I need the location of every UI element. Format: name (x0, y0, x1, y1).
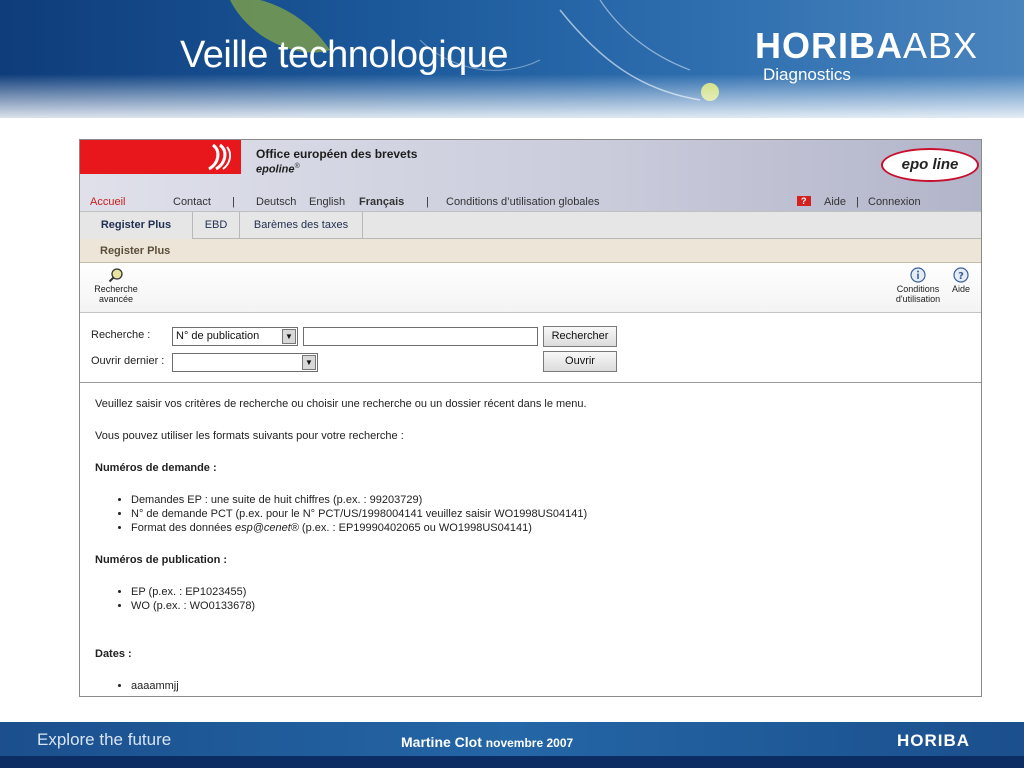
login-link[interactable]: Connexion (868, 196, 921, 208)
lang-en-link[interactable]: English (309, 196, 345, 208)
slide-title: Veille technologique (180, 34, 509, 76)
nav-home-link[interactable]: Accueil (90, 196, 125, 208)
format-suffix: (p.ex. : EP19990402065 ou WO1998US04141) (298, 522, 532, 534)
formats-intro: Vous pouvez utiliser les formats suivant… (95, 430, 404, 442)
product-mark: ® (294, 163, 300, 170)
conditions-label-2: d'utilisation (895, 294, 941, 304)
brand-main: HORIBA (755, 25, 903, 66)
section-title: Register Plus (80, 239, 981, 263)
product-name-text: epoline (256, 163, 295, 176)
intro-text: Veuillez saisir vos critères de recherch… (95, 398, 587, 410)
terms-link[interactable]: Conditions d’utilisation globales (446, 196, 599, 208)
slide-header: Veille technologique HORIBAABX Diagnosti… (0, 0, 1024, 118)
list-item: Format des données esp@cenet® (p.ex. : E… (131, 521, 966, 535)
open-button[interactable]: Ouvrir (543, 351, 617, 372)
search-label: Recherche : (91, 329, 151, 341)
search-button[interactable]: Rechercher (543, 326, 617, 347)
tab-register-plus[interactable]: Register Plus (80, 212, 193, 239)
tab-fee-scales[interactable]: Barèmes des taxes (240, 212, 363, 239)
help-link[interactable]: Aide (824, 196, 846, 208)
help-tool[interactable]: ? Aide (949, 267, 973, 294)
office-name: Office européen des brevets (256, 147, 418, 161)
info-icon (910, 267, 926, 283)
footer-tagline: Explore the future (37, 730, 172, 749)
search-panel: Recherche : N° de publication ▼ Recherch… (80, 313, 981, 383)
help-content: Veuillez saisir vos critères de recherch… (80, 383, 981, 693)
publication-heading: Numéros de publication : (95, 554, 228, 566)
chevron-down-icon[interactable]: ▼ (282, 329, 296, 344)
toolbar: Recherche avancée Conditions d'utilisati… (80, 263, 981, 313)
help-label: Aide (951, 284, 970, 294)
search-type-value: N° de publication (176, 330, 260, 342)
nav-separator: | (232, 196, 235, 208)
epo-wave-icon (205, 143, 232, 171)
footer-date: novembre 2007 (485, 736, 574, 750)
lang-fr-link[interactable]: Français (359, 196, 404, 208)
list-item: N° de demande PCT (p.ex. pour le N° PCT/… (131, 507, 966, 521)
epoline-screenshot: Office européen des brevets epoline® epo… (79, 139, 982, 697)
conditions-label-1: Conditions (896, 284, 940, 294)
advanced-search-label-2: avancée (98, 294, 134, 304)
tab-bar: Register Plus EBD Barèmes des taxes (80, 211, 981, 239)
format-prefix: Format des données (131, 522, 235, 534)
application-heading: Numéros de demande : (95, 462, 217, 474)
list-item: EP (p.ex. : EP1023455) (131, 585, 966, 599)
dates-heading: Dates : (95, 648, 132, 660)
author-name: Martine Clot (401, 734, 482, 750)
slide-footer: Explore the future Martine Clot novembre… (0, 722, 1024, 768)
brand-suffix: ABX (903, 25, 979, 66)
nav-separator: | (426, 196, 429, 208)
horiba-abx-logo: HORIBAABX Diagnostics (755, 28, 978, 85)
product-name: epoline® (256, 163, 300, 176)
dates-list: aaaammjj (131, 679, 966, 693)
open-recent-select[interactable]: ▼ (172, 353, 318, 372)
lang-de-link[interactable]: Deutsch (256, 196, 296, 208)
chevron-down-icon[interactable]: ▼ (302, 355, 316, 370)
open-recent-label: Ouvrir dernier : (91, 355, 165, 367)
advanced-search-label-1: Recherche (94, 284, 138, 294)
site-banner: Office européen des brevets epoline® epo… (80, 140, 981, 195)
search-input[interactable] (303, 327, 538, 346)
question-icon: ? (953, 267, 969, 283)
list-item: aaaammjj (131, 679, 966, 693)
list-item: Demandes EP : une suite de huit chiffres… (131, 493, 966, 507)
footer-author: Martine Clot novembre 2007 (401, 734, 573, 750)
advanced-search-tool[interactable]: Recherche avancée (89, 267, 143, 304)
tab-ebd[interactable]: EBD (193, 212, 240, 239)
format-em: esp@cenet® (234, 522, 299, 534)
epoline-logo: epo line (881, 148, 979, 182)
footer-horiba-logo: HORIBA (897, 731, 971, 750)
application-list: Demandes EP : une suite de huit chiffres… (131, 493, 966, 535)
magnifier-icon (108, 268, 123, 283)
help-badge-icon[interactable]: ? (797, 196, 811, 206)
svg-text:?: ? (958, 271, 964, 282)
list-item: WO (p.ex. : WO0133678) (131, 599, 966, 613)
brand-sub: Diagnostics (763, 65, 851, 84)
search-type-select[interactable]: N° de publication ▼ (172, 327, 298, 346)
publication-list: EP (p.ex. : EP1023455) WO (p.ex. : WO013… (131, 585, 966, 613)
top-navigation: Accueil Contact | Deutsch English França… (80, 195, 981, 211)
nav-separator: | (856, 196, 859, 208)
conditions-tool[interactable]: Conditions d'utilisation (893, 267, 943, 304)
nav-contact-link[interactable]: Contact (173, 196, 211, 208)
